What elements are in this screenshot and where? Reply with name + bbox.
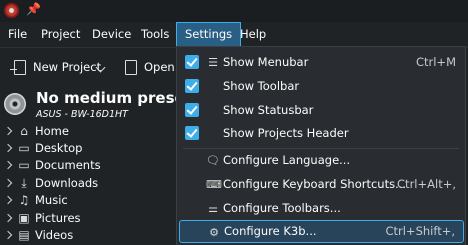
drive-name: ASUS - BW-16D1HT bbox=[36, 109, 128, 120]
open-icon bbox=[125, 60, 137, 75]
title-bar: 📌 bbox=[0, 0, 468, 22]
checkbox-checked-icon[interactable] bbox=[185, 55, 199, 69]
tree-item-videos[interactable]: ▤ Videos bbox=[0, 228, 180, 245]
download-icon: ⤓ bbox=[21, 176, 27, 190]
tree-item-label: Documents bbox=[35, 158, 101, 172]
menu-item-label: Show Projects Header bbox=[223, 126, 349, 140]
menu-bar: File Project Device Tools Settings Help bbox=[0, 22, 468, 47]
menu-item-label: Configure Toolbars... bbox=[223, 201, 341, 215]
tree-item-home[interactable]: ⌂ Home bbox=[0, 124, 180, 141]
menu-item-shortcut: Ctrl+Alt+, bbox=[397, 177, 456, 191]
menu-item-show-projects-header[interactable]: Show Projects Header bbox=[179, 122, 464, 145]
checkbox-checked-icon[interactable] bbox=[185, 103, 199, 117]
folder-icon: ▭ bbox=[18, 141, 30, 155]
menu-item-label: Show Toolbar bbox=[223, 79, 300, 93]
expand-arrow-icon[interactable] bbox=[3, 126, 13, 136]
tree-item-label: Pictures bbox=[35, 211, 81, 225]
expand-arrow-icon[interactable] bbox=[3, 230, 13, 240]
checkbox-checked-icon[interactable] bbox=[185, 79, 199, 93]
folder-icon: ▭ bbox=[18, 158, 30, 172]
tree-item-downloads[interactable]: ⤓ Downloads bbox=[0, 176, 180, 193]
menu-item-show-toolbar[interactable]: Show Toolbar bbox=[179, 75, 464, 98]
menu-file[interactable]: File bbox=[0, 22, 35, 47]
new-project-icon bbox=[10, 60, 26, 75]
menu-item-configure-k3b[interactable]: ⚙ Configure K3b... Ctrl+Shift+, bbox=[179, 220, 464, 243]
tree-item-music[interactable]: ♫ Music bbox=[0, 193, 180, 210]
menubar-icon: ☰ bbox=[208, 56, 218, 69]
expand-arrow-icon[interactable] bbox=[3, 213, 13, 223]
tree-item-label: Home bbox=[35, 124, 69, 138]
checkbox-checked-icon[interactable] bbox=[185, 126, 199, 140]
menu-item-shortcut: Ctrl+Shift+, bbox=[385, 224, 455, 238]
expand-arrow-icon[interactable] bbox=[3, 160, 13, 170]
videos-icon: ▤ bbox=[18, 228, 30, 242]
menu-item-label: Configure Language... bbox=[223, 153, 351, 167]
music-icon: ♫ bbox=[18, 193, 30, 207]
tree-item-documents[interactable]: ▭ Documents bbox=[0, 158, 180, 175]
tree-item-label: Downloads bbox=[35, 176, 99, 190]
menu-item-show-menubar[interactable]: ☰ Show Menubar Ctrl+M bbox=[179, 51, 464, 74]
menu-item-configure-language[interactable]: 🗨 Configure Language... bbox=[179, 149, 464, 172]
expand-arrow-icon[interactable] bbox=[3, 195, 13, 205]
menu-item-label: Configure Keyboard Shortcuts... bbox=[223, 177, 407, 191]
tree-item-label: Desktop bbox=[35, 141, 83, 155]
k3b-logo-icon[interactable] bbox=[4, 3, 19, 18]
menu-item-shortcut: Ctrl+M bbox=[415, 55, 456, 69]
expand-arrow-icon[interactable] bbox=[3, 143, 13, 153]
keyboard-icon: ⌨ bbox=[206, 178, 222, 191]
menu-item-label: Show Menubar bbox=[223, 55, 309, 69]
home-icon: ⌂ bbox=[20, 124, 28, 138]
configure-icon: ⚙ bbox=[209, 226, 219, 239]
pin-icon[interactable]: 📌 bbox=[26, 2, 41, 16]
new-project-label: New Project bbox=[33, 60, 102, 74]
menu-device[interactable]: Device bbox=[84, 22, 139, 47]
menu-help[interactable]: Help bbox=[232, 22, 274, 47]
tree-item-pictures[interactable]: ▣ Pictures bbox=[0, 211, 180, 228]
settings-menu: ☰ Show Menubar Ctrl+M Show Toolbar Show … bbox=[176, 46, 466, 245]
tree-item-label: Music bbox=[35, 193, 68, 207]
menu-item-label: Show Statusbar bbox=[223, 103, 314, 117]
tree-item-label: Videos bbox=[35, 228, 74, 242]
optical-disc-icon bbox=[4, 93, 26, 115]
device-panel: No medium present ASUS - BW-16D1HT ⌂ Hom… bbox=[0, 85, 203, 245]
pictures-icon: ▣ bbox=[18, 211, 30, 225]
tree-item-desktop[interactable]: ▭ Desktop bbox=[0, 141, 180, 158]
menu-tools[interactable]: Tools bbox=[133, 22, 177, 47]
language-icon: 🗨 bbox=[206, 154, 220, 167]
menu-project[interactable]: Project bbox=[33, 22, 88, 47]
menu-item-configure-toolbars[interactable]: ⚌ Configure Toolbars... bbox=[179, 197, 464, 220]
menu-item-configure-shortcuts[interactable]: ⌨ Configure Keyboard Shortcuts... Ctrl+A… bbox=[179, 173, 464, 196]
toolbars-icon: ⚌ bbox=[208, 202, 218, 215]
menu-item-label: Configure K3b... bbox=[224, 224, 317, 238]
expand-arrow-icon[interactable] bbox=[3, 178, 13, 188]
menu-item-show-statusbar[interactable]: Show Statusbar bbox=[179, 99, 464, 122]
